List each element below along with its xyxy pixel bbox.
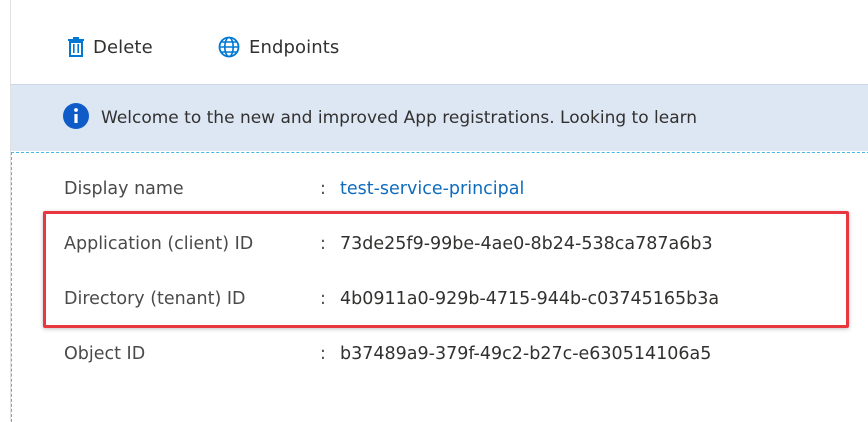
directory-id-row: Directory (tenant) ID : 4b0911a0-929b-47… xyxy=(64,285,719,313)
display-name-key: Display name xyxy=(64,179,184,199)
separator: : xyxy=(320,234,326,254)
trash-icon xyxy=(68,37,84,57)
delete-label: Delete xyxy=(93,36,153,58)
delete-button[interactable]: Delete xyxy=(68,30,153,64)
endpoints-label: Endpoints xyxy=(249,36,340,58)
application-id-key: Application (client) ID xyxy=(64,234,254,254)
essentials-panel: Display name : test-service-principal Ap… xyxy=(11,152,868,422)
banner-message: Welcome to the new and improved App regi… xyxy=(101,108,698,128)
command-bar: Delete Endpoints xyxy=(11,0,868,84)
directory-id-value: 4b0911a0-929b-4715-944b-c03745165b3a xyxy=(340,289,720,309)
separator: : xyxy=(320,289,326,309)
endpoints-button[interactable]: Endpoints xyxy=(218,30,339,64)
object-id-value: b37489a9-379f-49c2-b27c-e630514106a5 xyxy=(340,344,712,364)
info-banner[interactable]: Welcome to the new and improved App regi… xyxy=(11,84,868,151)
separator: : xyxy=(320,179,326,199)
application-id-row: Application (client) ID : 73de25f9-99be-… xyxy=(64,230,713,258)
separator: : xyxy=(320,344,326,364)
object-id-key: Object ID xyxy=(64,344,146,364)
globe-icon xyxy=(218,36,240,58)
display-name-row: Display name : test-service-principal xyxy=(64,175,524,203)
display-name-link[interactable]: test-service-principal xyxy=(340,179,524,199)
directory-id-key: Directory (tenant) ID xyxy=(64,289,246,309)
object-id-row: Object ID : b37489a9-379f-49c2-b27c-e630… xyxy=(64,340,711,368)
app-registration-overview: Delete Endpoints Welcome to the new and xyxy=(10,0,868,422)
application-id-value: 73de25f9-99be-4ae0-8b24-538ca787a6b3 xyxy=(340,234,713,254)
info-icon xyxy=(63,103,89,133)
